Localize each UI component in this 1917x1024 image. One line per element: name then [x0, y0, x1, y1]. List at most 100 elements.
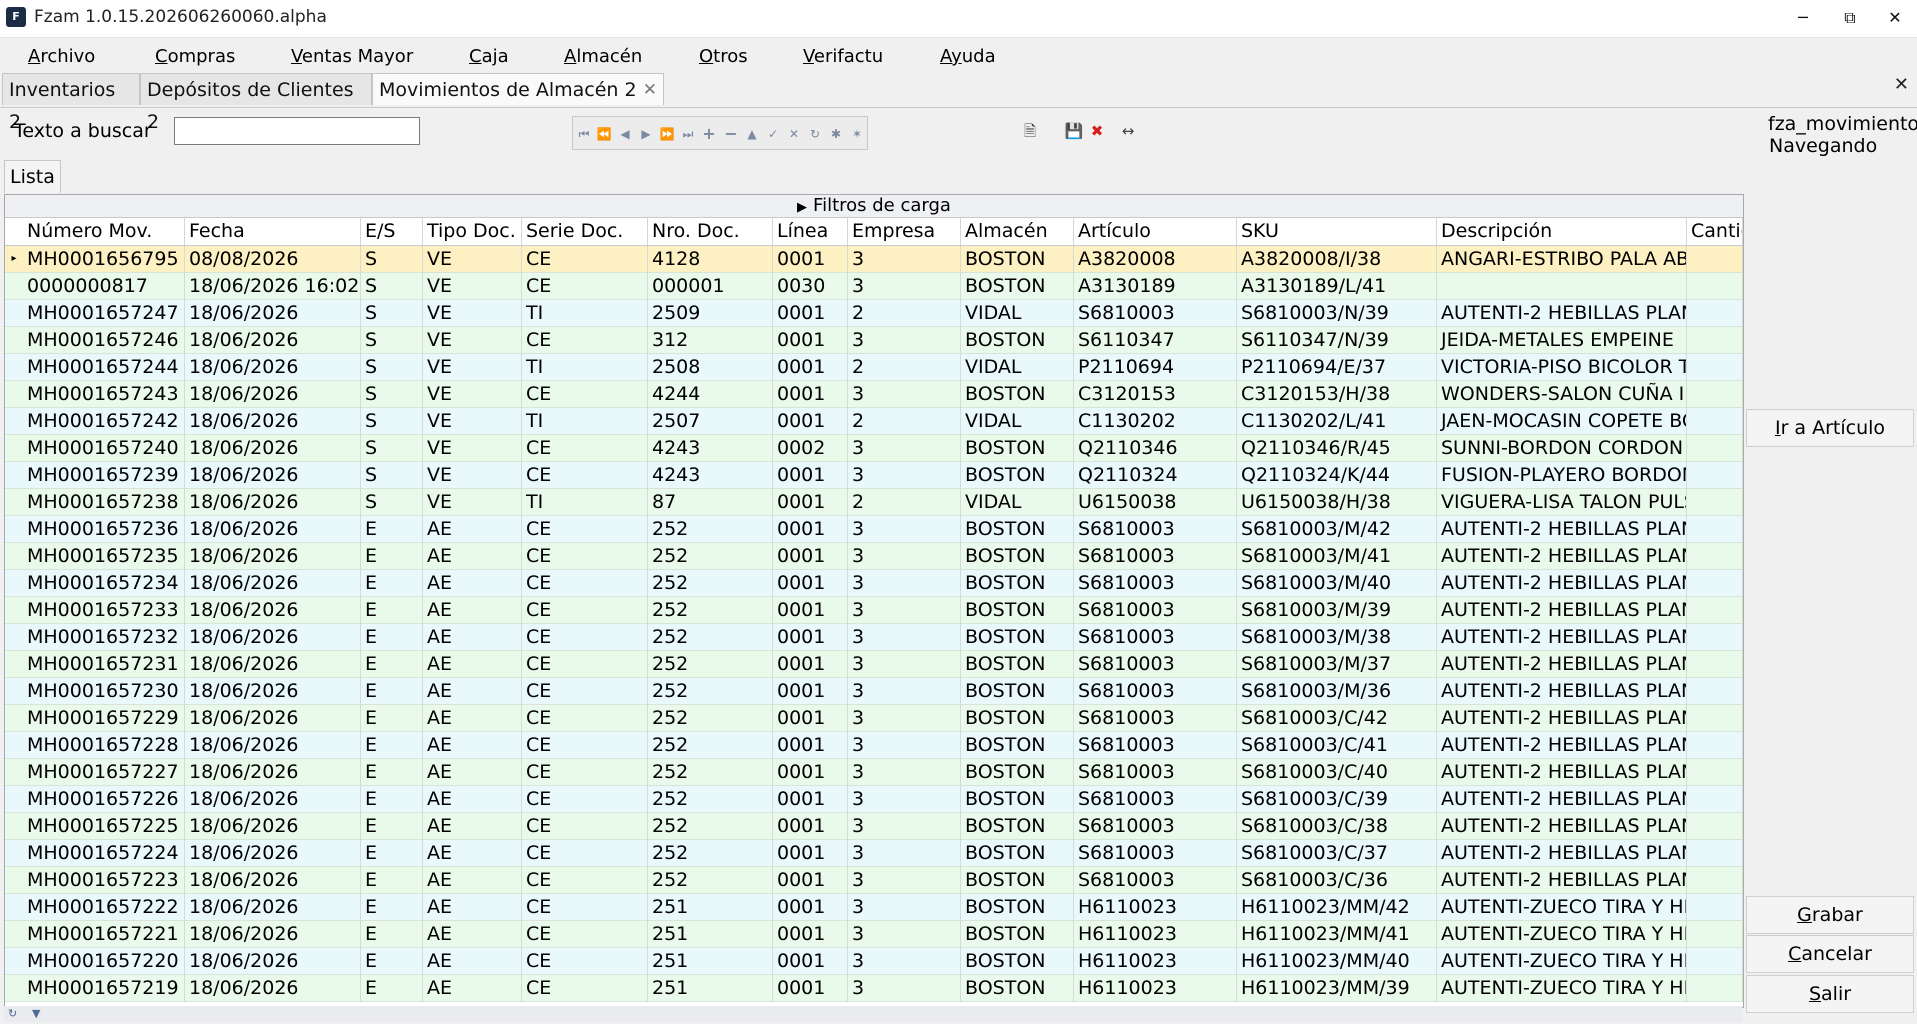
cell-cantidad[interactable]: [1687, 435, 1743, 462]
cell-serie-doc[interactable]: TI: [522, 408, 648, 435]
cell-articulo[interactable]: H6110023: [1074, 948, 1237, 975]
cell-es[interactable]: S: [361, 408, 423, 435]
cell-almacen[interactable]: BOSTON: [961, 624, 1074, 651]
cell-sku[interactable]: S6810003/C/38: [1237, 813, 1437, 840]
cell-fecha[interactable]: 18/06/2026: [185, 894, 361, 921]
table-row[interactable]: MH0001657239 18/06/2026 S VE CE 4243 0001 3 BOST…: [5, 462, 1743, 489]
cell-empresa[interactable]: 3: [848, 813, 961, 840]
cell-sku[interactable]: S6810003/C/37: [1237, 840, 1437, 867]
cell-serie-doc[interactable]: CE: [522, 948, 648, 975]
cell-numero-mov[interactable]: MH0001657235: [23, 543, 185, 570]
cell-fecha[interactable]: 18/06/2026: [185, 786, 361, 813]
cell-sku[interactable]: H6110023/MM/40: [1237, 948, 1437, 975]
cell-es[interactable]: E: [361, 813, 423, 840]
cell-almacen[interactable]: BOSTON: [961, 543, 1074, 570]
table-row[interactable]: MH0001657233 18/06/2026 E AE CE 252 0001 3 BOSTO…: [5, 597, 1743, 624]
cell-numero-mov[interactable]: MH0001657222: [23, 894, 185, 921]
cell-descripcion[interactable]: AUTENTI-2 HEBILLAS PLAN: [1437, 516, 1687, 543]
cell-descripcion[interactable]: AUTENTI-2 HEBILLAS PLAN: [1437, 570, 1687, 597]
table-row[interactable]: MH0001657220 18/06/2026 E AE CE 251 0001 3 BOSTO…: [5, 948, 1743, 975]
cell-almacen[interactable]: BOSTON: [961, 975, 1074, 1002]
insert-record-icon[interactable]: +: [700, 125, 718, 143]
cell-tipo-doc[interactable]: AE: [423, 759, 522, 786]
cell-articulo[interactable]: S6810003: [1074, 732, 1237, 759]
cell-tipo-doc[interactable]: VE: [423, 273, 522, 300]
menu-almacen[interactable]: Almacén: [564, 46, 642, 67]
cell-tipo-doc[interactable]: AE: [423, 624, 522, 651]
cell-articulo[interactable]: H6110023: [1074, 975, 1237, 1002]
cell-linea[interactable]: 0001: [773, 543, 848, 570]
table-row[interactable]: MH0001657236 18/06/2026 E AE CE 252 0001 3 BOSTO…: [5, 516, 1743, 543]
close-icon[interactable]: ✕: [1875, 4, 1915, 32]
cell-articulo[interactable]: C3120153: [1074, 381, 1237, 408]
table-row[interactable]: ▸ MH0001656795 08/08/2026 S VE CE 4128 0001 3 BOS…: [5, 246, 1743, 273]
cell-linea[interactable]: 0001: [773, 489, 848, 516]
column-header-nro-doc[interactable]: Nro. Doc.: [648, 218, 773, 245]
cell-linea[interactable]: 0001: [773, 759, 848, 786]
cell-es[interactable]: E: [361, 543, 423, 570]
cell-serie-doc[interactable]: CE: [522, 732, 648, 759]
cell-sku[interactable]: U6150038/H/38: [1237, 489, 1437, 516]
cell-almacen[interactable]: BOSTON: [961, 867, 1074, 894]
cell-numero-mov[interactable]: MH0001657234: [23, 570, 185, 597]
cell-es[interactable]: E: [361, 570, 423, 597]
cell-es[interactable]: E: [361, 894, 423, 921]
cell-sku[interactable]: S6810003/M/40: [1237, 570, 1437, 597]
cell-sku[interactable]: S6810003/M/36: [1237, 678, 1437, 705]
cell-serie-doc[interactable]: CE: [522, 516, 648, 543]
menu-compras[interactable]: Compras: [155, 46, 235, 67]
cell-nro-doc[interactable]: 252: [648, 624, 773, 651]
cell-almacen[interactable]: VIDAL: [961, 408, 1074, 435]
cell-descripcion[interactable]: AUTENTI-2 HEBILLAS PLAN: [1437, 732, 1687, 759]
cell-fecha[interactable]: 18/06/2026: [185, 813, 361, 840]
cell-linea[interactable]: 0001: [773, 705, 848, 732]
cell-numero-mov[interactable]: MH0001657247: [23, 300, 185, 327]
cell-linea[interactable]: 0001: [773, 948, 848, 975]
menu-otros[interactable]: Otros: [699, 46, 748, 67]
cell-serie-doc[interactable]: TI: [522, 300, 648, 327]
table-row[interactable]: MH0001657234 18/06/2026 E AE CE 252 0001 3 BOSTO…: [5, 570, 1743, 597]
cell-fecha[interactable]: 18/06/2026: [185, 651, 361, 678]
cell-empresa[interactable]: 3: [848, 840, 961, 867]
cell-articulo[interactable]: S6810003: [1074, 516, 1237, 543]
column-header-fecha[interactable]: Fecha: [185, 218, 361, 245]
cell-empresa[interactable]: 2: [848, 300, 961, 327]
cell-numero-mov[interactable]: MH0001657220: [23, 948, 185, 975]
cell-nro-doc[interactable]: 4244: [648, 381, 773, 408]
cell-fecha[interactable]: 18/06/2026: [185, 840, 361, 867]
cell-descripcion[interactable]: AUTENTI-ZUECO TIRA Y HE: [1437, 921, 1687, 948]
cell-articulo[interactable]: S6110347: [1074, 327, 1237, 354]
cell-linea[interactable]: 0001: [773, 246, 848, 273]
cell-tipo-doc[interactable]: AE: [423, 516, 522, 543]
post-record-icon[interactable]: ✓: [764, 125, 782, 143]
table-row[interactable]: MH0001657228 18/06/2026 E AE CE 252 0001 3 BOSTO…: [5, 732, 1743, 759]
cell-articulo[interactable]: S6810003: [1074, 624, 1237, 651]
cell-cantidad[interactable]: [1687, 975, 1743, 1002]
cell-tipo-doc[interactable]: AE: [423, 651, 522, 678]
cell-sku[interactable]: H6110023/MM/39: [1237, 975, 1437, 1002]
cell-empresa[interactable]: 3: [848, 624, 961, 651]
cell-empresa[interactable]: 3: [848, 786, 961, 813]
column-header-almacen[interactable]: Almacén: [961, 218, 1074, 245]
filter-small-icon[interactable]: ▼: [32, 1007, 40, 1020]
cell-nro-doc[interactable]: 312: [648, 327, 773, 354]
cell-articulo[interactable]: Q2110324: [1074, 462, 1237, 489]
cell-articulo[interactable]: S6810003: [1074, 678, 1237, 705]
cell-empresa[interactable]: 3: [848, 516, 961, 543]
cell-cantidad[interactable]: [1687, 516, 1743, 543]
filters-toggle[interactable]: ▶ Filtros de carga: [5, 195, 1743, 218]
column-header-cantidad[interactable]: Cantidad: [1687, 218, 1743, 245]
cell-cantidad[interactable]: [1687, 354, 1743, 381]
cell-descripcion[interactable]: AUTENTI-2 HEBILLAS PLAN: [1437, 624, 1687, 651]
cell-descripcion[interactable]: AUTENTI-ZUECO TIRA Y HE: [1437, 894, 1687, 921]
cell-linea[interactable]: 0001: [773, 462, 848, 489]
cell-tipo-doc[interactable]: AE: [423, 570, 522, 597]
cell-descripcion[interactable]: AUTENTI-2 HEBILLAS PLAN: [1437, 840, 1687, 867]
cell-empresa[interactable]: 2: [848, 408, 961, 435]
cell-es[interactable]: S: [361, 354, 423, 381]
cell-es[interactable]: S: [361, 381, 423, 408]
cell-descripcion[interactable]: VICTORIA-PISO BICOLOR T: [1437, 354, 1687, 381]
restore-icon[interactable]: ⧉: [1830, 4, 1870, 32]
cell-linea[interactable]: 0001: [773, 813, 848, 840]
table-row[interactable]: MH0001657230 18/06/2026 E AE CE 252 0001 3 BOSTO…: [5, 678, 1743, 705]
